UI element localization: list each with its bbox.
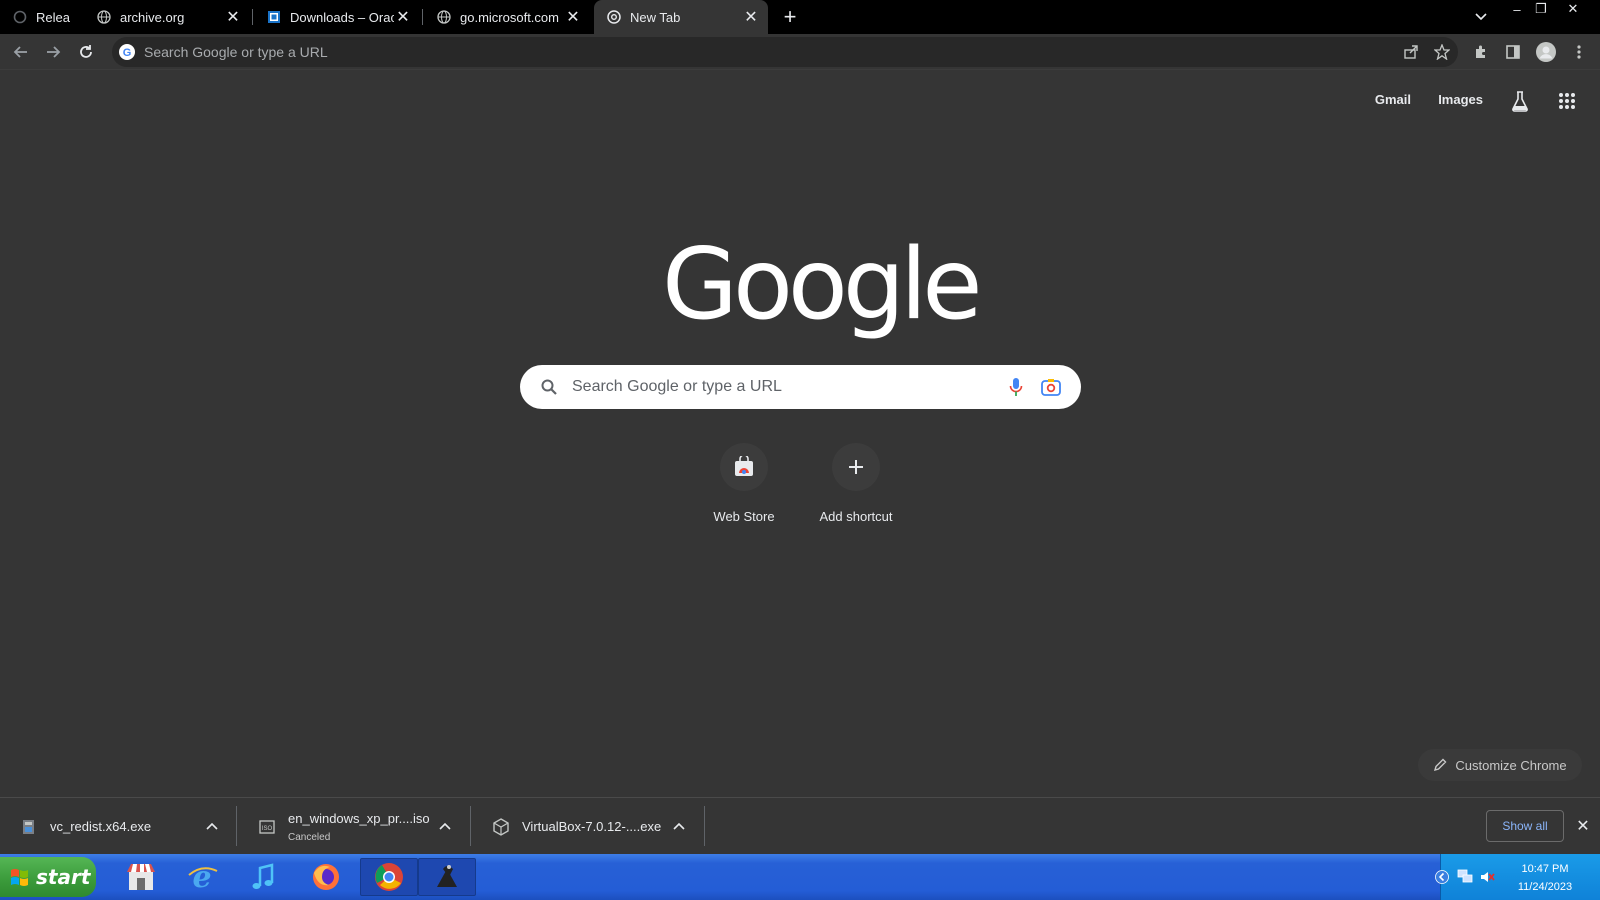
download-item[interactable]: VirtualBox-7.0.12-....exe bbox=[472, 798, 702, 855]
tab-title: New Tab bbox=[630, 9, 681, 25]
back-icon[interactable] bbox=[8, 39, 34, 65]
tab-title: Relea bbox=[36, 9, 70, 25]
tab-strip: Relea archive.org ✕ Downloads – Oracle ✕… bbox=[0, 0, 1600, 34]
shortcut-add[interactable]: Add shortcut bbox=[800, 443, 912, 533]
start-button[interactable]: start bbox=[0, 857, 96, 897]
tab-archive[interactable]: archive.org ✕ bbox=[84, 0, 250, 34]
app-icon[interactable] bbox=[418, 858, 476, 896]
tab-divider bbox=[422, 9, 423, 25]
share-icon[interactable] bbox=[1398, 39, 1424, 65]
network-icon[interactable] bbox=[1457, 868, 1473, 884]
chrome-icon bbox=[606, 9, 622, 25]
store-icon[interactable] bbox=[121, 858, 161, 896]
tab-search-chevron-icon[interactable] bbox=[1470, 6, 1492, 28]
svg-text:G: G bbox=[123, 47, 132, 59]
tab-new-tab[interactable]: New Tab ✕ bbox=[594, 0, 768, 34]
tab-title: go.microsoft.com bbox=[460, 9, 559, 25]
address-input[interactable] bbox=[144, 44, 1244, 60]
close-tab-icon[interactable]: ✕ bbox=[224, 8, 242, 26]
customize-chrome-button[interactable]: Customize Chrome bbox=[1418, 749, 1582, 781]
close-tab-icon[interactable]: ✕ bbox=[742, 8, 760, 26]
web-store-icon bbox=[720, 443, 768, 491]
firefox-icon[interactable] bbox=[306, 858, 346, 896]
download-filename: vc_redist.x64.exe bbox=[50, 819, 152, 834]
search-box[interactable] bbox=[520, 365, 1081, 409]
installer-file-icon bbox=[23, 819, 34, 834]
apps-grid-icon[interactable] bbox=[1558, 92, 1576, 113]
toolbar: G bbox=[0, 34, 1600, 70]
download-shelf: vc_redist.x64.exe ISO en_windows_xp_pr..… bbox=[0, 797, 1600, 854]
minimize-icon[interactable]: – bbox=[1504, 0, 1530, 18]
virtualbox-icon bbox=[266, 9, 282, 25]
google-g-icon: G bbox=[119, 44, 135, 60]
show-all-button[interactable]: Show all bbox=[1486, 810, 1564, 842]
google-logo: Google bbox=[662, 228, 983, 342]
gmail-link[interactable]: Gmail bbox=[1375, 92, 1411, 107]
start-label: start bbox=[36, 865, 91, 889]
bookmark-star-icon[interactable] bbox=[1429, 39, 1455, 65]
svg-text:ISO: ISO bbox=[262, 826, 273, 832]
shortcut-label: Web Store bbox=[713, 509, 775, 524]
download-item[interactable]: ISO en_windows_xp_pr....iso Canceled bbox=[238, 798, 468, 855]
labs-flask-icon[interactable] bbox=[1510, 90, 1530, 115]
chrome-icon[interactable] bbox=[360, 858, 418, 896]
side-panel-icon[interactable] bbox=[1500, 39, 1526, 65]
windows-flag-icon bbox=[10, 867, 30, 887]
images-link[interactable]: Images bbox=[1438, 92, 1483, 107]
tray-expand-icon[interactable] bbox=[1435, 870, 1449, 884]
virtualbox-file-icon bbox=[493, 817, 509, 836]
clock-date: 11/24/2023 bbox=[1517, 881, 1573, 893]
extensions-icon[interactable] bbox=[1468, 39, 1494, 65]
clock-time: 10:47 PM bbox=[1521, 863, 1569, 875]
download-filename: VirtualBox-7.0.12-....exe bbox=[522, 819, 662, 834]
address-bar[interactable]: G bbox=[112, 37, 1458, 67]
globe-icon bbox=[436, 9, 452, 25]
internet-explorer-icon[interactable]: e bbox=[182, 858, 222, 896]
itunes-icon[interactable] bbox=[243, 858, 283, 896]
pencil-icon bbox=[1433, 758, 1447, 772]
svg-text:e: e bbox=[192, 861, 211, 893]
tab-releases[interactable]: Relea bbox=[0, 0, 82, 34]
download-filename: en_windows_xp_pr....iso bbox=[288, 810, 430, 826]
reload-icon[interactable] bbox=[73, 39, 99, 65]
google-lens-camera-icon[interactable] bbox=[1041, 378, 1061, 396]
search-icon bbox=[540, 378, 558, 396]
download-status: Canceled bbox=[288, 831, 331, 843]
search-input[interactable] bbox=[572, 378, 992, 396]
download-divider bbox=[236, 806, 237, 846]
download-item[interactable]: vc_redist.x64.exe bbox=[0, 798, 234, 855]
tab-divider bbox=[252, 9, 253, 25]
plus-icon bbox=[832, 443, 880, 491]
globe-icon bbox=[96, 9, 112, 25]
tab-title: Downloads – Oracle bbox=[290, 9, 394, 25]
close-shelf-icon[interactable]: ✕ bbox=[1572, 815, 1594, 837]
volume-muted-icon[interactable] bbox=[1479, 869, 1495, 885]
download-info: en_windows_xp_pr....iso Canceled bbox=[288, 811, 430, 843]
close-tab-icon[interactable]: ✕ bbox=[564, 8, 582, 26]
tab-microsoft[interactable]: go.microsoft.com ✕ bbox=[424, 0, 590, 34]
restore-icon[interactable]: ❐ bbox=[1528, 0, 1554, 18]
close-tab-icon[interactable]: ✕ bbox=[394, 8, 412, 26]
customize-label: Customize Chrome bbox=[1455, 757, 1567, 773]
tab-oracle-downloads[interactable]: Downloads – Oracle ✕ bbox=[254, 0, 420, 34]
voice-search-mic-icon[interactable] bbox=[1009, 377, 1023, 397]
clock[interactable]: 10:47 PM 11/24/2023 bbox=[1500, 860, 1590, 896]
new-tab-button[interactable]: + bbox=[778, 4, 802, 29]
download-divider bbox=[704, 806, 705, 846]
tab-title: archive.org bbox=[120, 9, 185, 25]
profile-avatar-icon[interactable] bbox=[1533, 39, 1559, 65]
chevron-up-icon[interactable] bbox=[669, 816, 689, 836]
chevron-up-icon[interactable] bbox=[435, 816, 455, 836]
close-window-icon[interactable]: ✕ bbox=[1560, 0, 1586, 18]
chevron-up-icon[interactable] bbox=[202, 816, 222, 836]
menu-kebab-icon[interactable] bbox=[1566, 39, 1592, 65]
shortcut-web-store[interactable]: Web Store bbox=[688, 443, 800, 533]
iso-file-icon: ISO bbox=[259, 819, 275, 834]
taskbar: start e 10:47 PM 11/24/2023 bbox=[0, 854, 1600, 900]
forward-icon[interactable] bbox=[40, 39, 66, 65]
download-divider bbox=[470, 806, 471, 846]
loading-icon bbox=[12, 9, 28, 25]
shortcut-label: Add shortcut bbox=[819, 509, 893, 524]
